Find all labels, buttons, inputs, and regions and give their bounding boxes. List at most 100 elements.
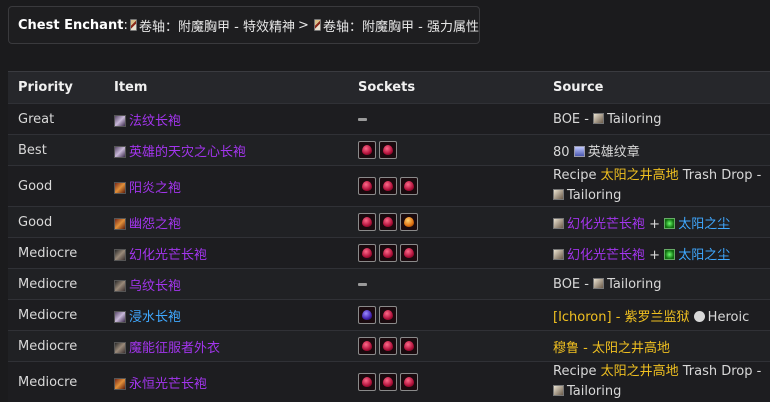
- item-link[interactable]: 浸水长袍: [129, 310, 181, 325]
- table-row: Mediocre 永恒光芒长袍 Recipe 太阳之井高地 Trash Drop…: [8, 362, 770, 402]
- red-gem-icon[interactable]: [358, 141, 376, 159]
- title-colon: :: [123, 18, 127, 33]
- table-row: Best 英雄的天灾之心长袍 80 英雄纹章: [8, 135, 770, 166]
- item-cell: 浸水长袍: [104, 300, 348, 331]
- source-cell: BOE - Tailoring: [543, 104, 770, 135]
- sockets-cell: [348, 269, 543, 300]
- item-link[interactable]: 阳炎之袍: [129, 181, 181, 196]
- boss-link[interactable]: [Ichoron] - 紫罗兰监狱: [553, 310, 694, 325]
- priority-cell: Mediocre: [8, 238, 104, 269]
- red-gem-icon[interactable]: [400, 373, 418, 391]
- orange-gem-icon[interactable]: [400, 213, 418, 231]
- breadcrumb: Chest Enchant: 卷轴：附魔胸甲 - 特效精神 > 卷轴：附魔胸甲 …: [8, 6, 480, 44]
- item-cell: 法纹长袍: [104, 104, 348, 135]
- source-cell: 幻化光芒长袍 + 太阳之尘: [543, 238, 770, 269]
- red-gem-icon[interactable]: [379, 337, 397, 355]
- priority-cell: Good: [8, 166, 104, 207]
- zone-link[interactable]: 太阳之井高地: [601, 168, 679, 183]
- item-cell: 英雄的天灾之心长袍: [104, 135, 348, 166]
- item-link[interactable]: 幻化光芒长袍: [129, 248, 207, 263]
- difficulty-label: Heroic: [708, 310, 750, 325]
- pattern-icon: [553, 218, 564, 229]
- table-row: Mediocre 浸水长袍 [Ichoron] - 紫罗兰监狱 Heroic: [8, 300, 770, 331]
- pattern-icon: [553, 249, 564, 260]
- pattern-icon: [553, 189, 564, 200]
- items-table: Priority Item Sockets Source Great 法纹长袍 …: [8, 71, 770, 402]
- priority-cell: Best: [8, 135, 104, 166]
- pattern-icon: [553, 385, 564, 396]
- item-link[interactable]: 英雄的天灾之心长袍: [129, 145, 246, 160]
- source-cell: 幻化光芒长袍 + 太阳之尘: [543, 207, 770, 238]
- dust-icon: [664, 249, 675, 260]
- column-header-priority[interactable]: Priority: [8, 72, 104, 104]
- zone-link[interactable]: 太阳之井高地: [601, 364, 679, 379]
- item-link[interactable]: 乌纹长袍: [129, 279, 181, 294]
- profession-link[interactable]: Tailoring: [607, 112, 661, 127]
- page-title: Chest Enchant: [18, 18, 123, 33]
- robe-icon: [114, 146, 126, 158]
- item-link[interactable]: 幽怨之袍: [129, 217, 181, 232]
- column-header-item[interactable]: Item: [104, 72, 348, 104]
- priority-cell: Mediocre: [8, 362, 104, 402]
- currency-link[interactable]: 英雄纹章: [588, 145, 640, 160]
- source-cell: Recipe 太阳之井高地 Trash Drop -Tailoring: [543, 362, 770, 402]
- source-text: BOE -: [553, 277, 593, 292]
- red-gem-icon[interactable]: [379, 306, 397, 324]
- boss-link[interactable]: 穆鲁 - 太阳之井高地: [553, 341, 670, 356]
- table-row: Mediocre 乌纹长袍 BOE - Tailoring: [8, 269, 770, 300]
- item-link[interactable]: 魔能征服者外衣: [129, 341, 220, 356]
- robe-icon: [114, 182, 126, 194]
- item-link[interactable]: 永恒光芒长袍: [129, 377, 207, 392]
- no-sockets-dash: [358, 283, 367, 286]
- profession-link[interactable]: Tailoring: [567, 384, 621, 399]
- priority-cell: Mediocre: [8, 269, 104, 300]
- item-link[interactable]: 幻化光芒长袍: [567, 217, 645, 232]
- robe-icon: [114, 280, 126, 292]
- source-text: 80: [553, 145, 574, 160]
- red-gem-icon[interactable]: [400, 244, 418, 262]
- profession-link[interactable]: Tailoring: [567, 188, 621, 203]
- red-gem-icon[interactable]: [358, 213, 376, 231]
- enchant-link-spirit[interactable]: 卷轴：附魔胸甲 - 特效精神: [139, 16, 295, 35]
- red-gem-icon[interactable]: [358, 244, 376, 262]
- table-row: Mediocre 魔能征服者外衣 穆鲁 - 太阳之井高地: [8, 331, 770, 362]
- red-gem-icon[interactable]: [358, 373, 376, 391]
- robe-icon: [114, 115, 126, 127]
- pattern-icon: [593, 113, 604, 124]
- reagent-link[interactable]: 太阳之尘: [678, 217, 730, 232]
- red-gem-icon[interactable]: [379, 141, 397, 159]
- source-text: Recipe: [553, 168, 601, 183]
- plus-sign: +: [645, 248, 664, 263]
- table-row: Good 幽怨之袍 幻化光芒长袍 + 太阳之尘: [8, 207, 770, 238]
- item-cell: 魔能征服者外衣: [104, 331, 348, 362]
- item-cell: 幽怨之袍: [104, 207, 348, 238]
- column-header-sockets[interactable]: Sockets: [348, 72, 543, 104]
- red-gem-icon[interactable]: [400, 337, 418, 355]
- badge-icon: [574, 146, 585, 157]
- purple-gem-icon[interactable]: [358, 306, 376, 324]
- profession-link[interactable]: Tailoring: [607, 277, 661, 292]
- red-gem-icon[interactable]: [358, 177, 376, 195]
- red-gem-icon[interactable]: [358, 337, 376, 355]
- reagent-link[interactable]: 太阳之尘: [678, 248, 730, 263]
- table-row: Good 阳炎之袍 Recipe 太阳之井高地 Trash Drop -Tail…: [8, 166, 770, 207]
- item-link[interactable]: 法纹长袍: [129, 114, 181, 129]
- no-sockets-dash: [358, 118, 367, 121]
- column-header-source[interactable]: Source: [543, 72, 770, 104]
- item-link[interactable]: 幻化光芒长袍: [567, 248, 645, 263]
- priority-cell: Good: [8, 207, 104, 238]
- enchant-link-stats[interactable]: 卷轴：附魔胸甲 - 强力属性: [323, 16, 479, 35]
- source-text: BOE -: [553, 112, 593, 127]
- red-gem-icon[interactable]: [379, 213, 397, 231]
- table-row: Great 法纹长袍 BOE - Tailoring: [8, 104, 770, 135]
- sockets-cell: [348, 207, 543, 238]
- source-cell: 80 英雄纹章: [543, 135, 770, 166]
- table-row: Mediocre 幻化光芒长袍 幻化光芒长袍 + 太阳之尘: [8, 238, 770, 269]
- red-gem-icon[interactable]: [379, 244, 397, 262]
- item-cell: 阳炎之袍: [104, 166, 348, 207]
- item-cell: 永恒光芒长袍: [104, 362, 348, 402]
- red-gem-icon[interactable]: [379, 177, 397, 195]
- red-gem-icon[interactable]: [400, 177, 418, 195]
- robe-icon: [114, 378, 126, 390]
- red-gem-icon[interactable]: [379, 373, 397, 391]
